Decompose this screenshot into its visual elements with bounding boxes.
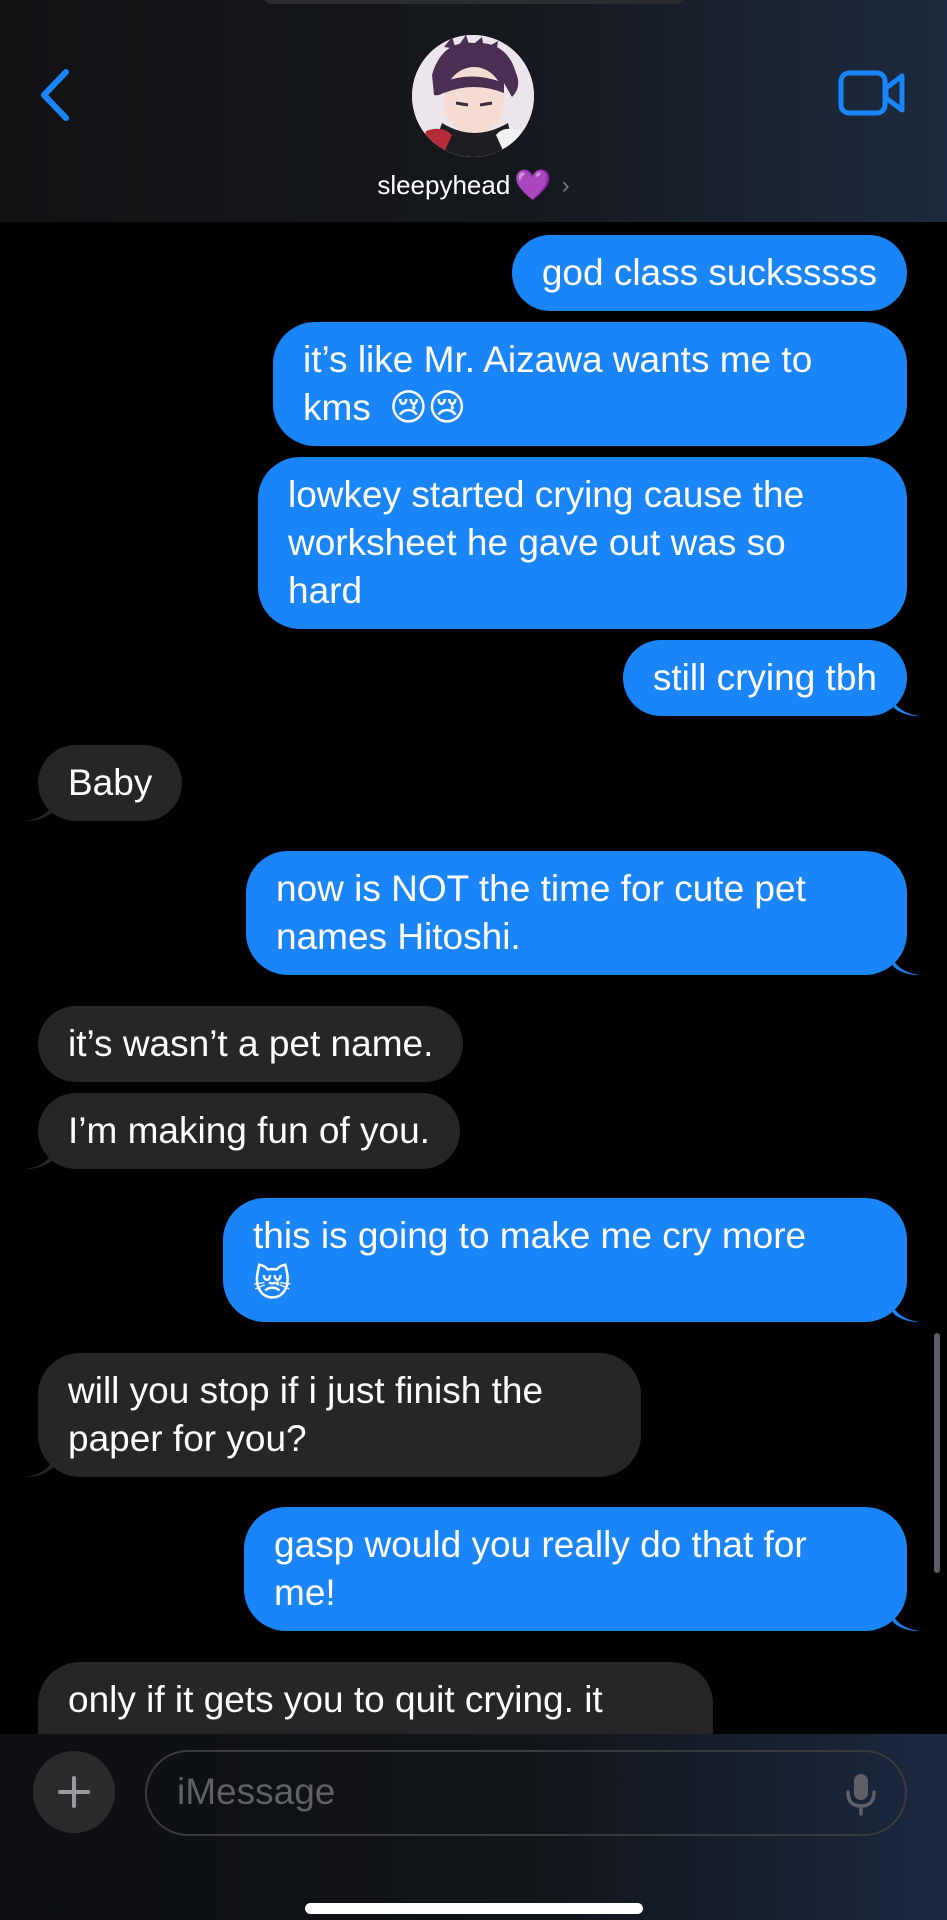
message-input[interactable]: iMessage xyxy=(145,1750,907,1836)
sent-message[interactable]: it’s like Mr. Aizawa wants me to kms 😢😢 xyxy=(273,322,907,446)
sent-message[interactable]: now is NOT the time for cute pet names H… xyxy=(246,851,907,975)
received-message[interactable]: will you stop if i just finish the paper… xyxy=(38,1353,641,1477)
received-message[interactable]: only if it gets you to quit crying. it xyxy=(38,1662,713,1734)
messages-screen: sleepyhead 💜 › god class sucksssss it’s … xyxy=(0,0,947,1920)
sent-message[interactable]: this is going to make me cry more 😿 xyxy=(223,1198,907,1322)
avatar-illustration xyxy=(412,35,534,157)
conversation-header: sleepyhead 💜 › xyxy=(0,0,947,222)
message-text: names Hitoshi. xyxy=(276,916,521,957)
received-message[interactable]: Baby xyxy=(38,745,183,821)
dynamic-island xyxy=(262,0,686,4)
received-message[interactable]: it’s wasn’t a pet name. xyxy=(38,1006,464,1082)
back-button[interactable] xyxy=(30,60,80,130)
message-input-placeholder: iMessage xyxy=(177,1771,336,1812)
message-text: will you stop if i just finish the xyxy=(68,1370,544,1411)
message-text: hard xyxy=(288,570,363,611)
message-text: kms xyxy=(303,387,371,428)
sent-message[interactable]: god class sucksssss xyxy=(511,235,907,311)
home-indicator[interactable] xyxy=(305,1903,643,1914)
crying-cat-emoji: 😿 xyxy=(253,1263,292,1304)
sent-message[interactable]: gasp would you really do that for me! xyxy=(244,1507,907,1631)
message-text: this is going to make me cry more xyxy=(253,1215,807,1256)
message-text: gasp would you really do that for xyxy=(274,1524,807,1565)
sent-message[interactable]: still crying tbh xyxy=(622,640,907,716)
chevron-right-icon: › xyxy=(561,171,570,199)
message-text: now is NOT the time for cute pet xyxy=(276,868,806,909)
video-camera-icon xyxy=(838,70,905,116)
message-text: god class sucksssss xyxy=(541,252,877,293)
crying-face-emoji: 😢😢 xyxy=(389,387,467,428)
message-text: it’s wasn’t a pet name. xyxy=(68,1023,434,1064)
received-message[interactable]: I’m making fun of you. xyxy=(38,1093,460,1169)
message-text: me! xyxy=(274,1572,336,1613)
message-list[interactable]: god class sucksssss it’s like Mr. Aizawa… xyxy=(0,222,947,1734)
sent-message[interactable]: lowkey started crying cause the workshee… xyxy=(258,457,907,629)
plus-icon xyxy=(58,1776,90,1808)
message-text: only if it gets you to quit crying. it xyxy=(68,1679,603,1720)
message-text: I’m making fun of you. xyxy=(68,1110,430,1151)
purple-heart-emoji: 💜 xyxy=(514,169,552,202)
message-text: still crying tbh xyxy=(652,657,877,698)
chevron-left-icon xyxy=(41,69,69,121)
scroll-indicator[interactable] xyxy=(934,1333,940,1573)
apps-plus-button[interactable] xyxy=(33,1751,115,1833)
contact-name: sleepyhead xyxy=(377,170,511,200)
message-text: lowkey started crying cause the xyxy=(288,474,805,515)
contact-avatar[interactable] xyxy=(412,35,534,157)
facetime-video-button[interactable] xyxy=(838,68,906,118)
message-text: it’s like Mr. Aizawa wants me to xyxy=(303,339,813,380)
message-text: Baby xyxy=(68,762,153,803)
message-text: worksheet he gave out was so xyxy=(288,522,786,563)
contact-name-row[interactable]: sleepyhead 💜 › xyxy=(0,168,947,203)
microphone-icon[interactable] xyxy=(845,1772,877,1816)
message-text: paper for you? xyxy=(68,1418,307,1459)
